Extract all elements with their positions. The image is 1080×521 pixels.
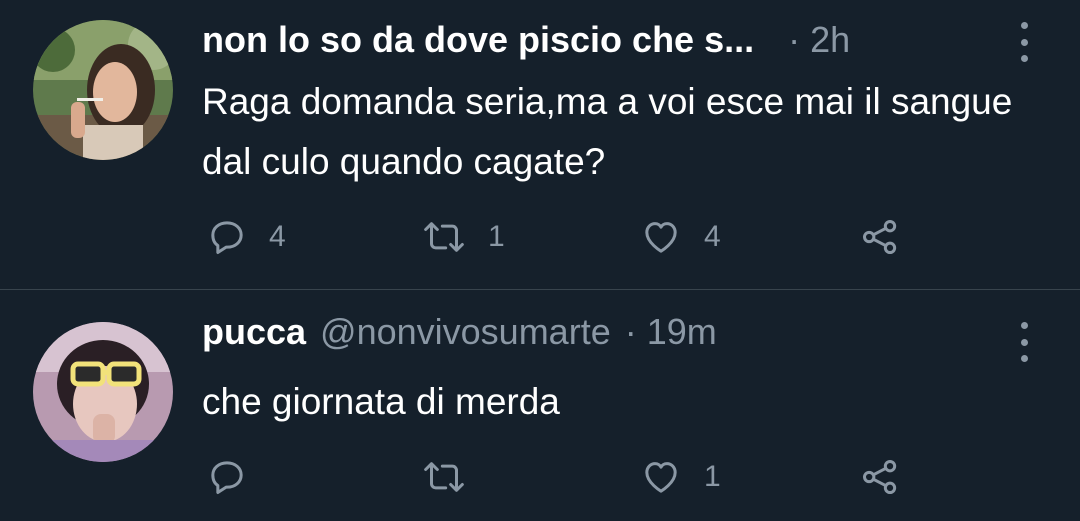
more-vertical-icon-dot	[1020, 38, 1028, 46]
retweet-button[interactable]	[422, 452, 488, 502]
reply-count: 4	[269, 220, 286, 253]
tweet-actions: 4 1 4	[0, 212, 1080, 262]
more-options-button[interactable]	[1014, 322, 1034, 362]
meta-separator: ·	[788, 19, 801, 60]
avatar-photo	[33, 322, 173, 462]
more-vertical-icon	[1020, 22, 1028, 29]
reply-button[interactable]	[207, 452, 269, 502]
retweet-icon	[424, 222, 464, 252]
more-vertical-icon-dot	[1020, 55, 1028, 62]
timestamp[interactable]: 19m	[647, 311, 717, 353]
like-count: 4	[704, 220, 721, 253]
tweet-text: Raga domanda seria,ma a voi esce mai il …	[202, 81, 1013, 182]
avatar[interactable]	[33, 322, 173, 462]
avatar-photo	[33, 20, 173, 160]
tweet-header: non lo so da dove piscio che s... · 2h	[202, 16, 1020, 64]
timeline: non lo so da dove piscio che s... · 2h R…	[0, 0, 1080, 521]
more-vertical-icon	[1020, 322, 1028, 329]
tweet[interactable]: non lo so da dove piscio che s... · 2h R…	[0, 0, 1080, 289]
more-options-button[interactable]	[1014, 22, 1034, 62]
display-name[interactable]: non lo so da dove piscio che s...	[202, 19, 754, 61]
share-icon	[863, 220, 897, 254]
share-icon	[863, 460, 897, 494]
share-button[interactable]	[858, 452, 902, 502]
retweet-icon	[424, 462, 464, 492]
retweet-button[interactable]: 1	[422, 212, 505, 262]
heart-icon	[645, 462, 677, 493]
tweet[interactable]: pucca @nonvivosumarte · 19m che giornata…	[0, 290, 1080, 521]
meta-separator: ·	[624, 311, 637, 352]
timestamp[interactable]: 2h	[810, 19, 850, 61]
share-button[interactable]	[858, 212, 902, 262]
reply-icon	[211, 461, 243, 494]
more-vertical-icon-dot	[1020, 338, 1028, 346]
like-count: 1	[704, 460, 721, 493]
heart-icon	[645, 222, 677, 253]
user-handle[interactable]: @nonvivosumarte	[320, 311, 611, 353]
reply-icon	[211, 221, 243, 254]
like-button[interactable]: 1	[640, 452, 721, 502]
tweet-text: che giornata di merda	[202, 381, 560, 422]
reply-button[interactable]: 4	[207, 212, 286, 262]
more-vertical-icon-dot	[1020, 355, 1028, 362]
tweet-header: pucca @nonvivosumarte · 19m	[202, 308, 1020, 356]
retweet-count: 1	[488, 220, 505, 253]
avatar[interactable]	[33, 20, 173, 160]
tweet-actions: 1	[0, 452, 1080, 502]
display-name[interactable]: pucca	[202, 311, 306, 353]
like-button[interactable]: 4	[640, 212, 721, 262]
